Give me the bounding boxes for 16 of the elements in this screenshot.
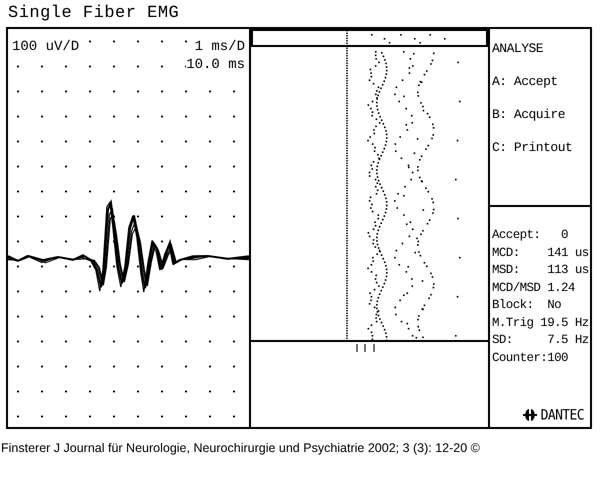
result-line: MCD: 141 us	[492, 244, 589, 262]
citation-text: Finsterer J Journal für Neurologie, Neurochirurgie und Psychiatrie 2002; 3 (3): 12-20 ©	[0, 440, 480, 455]
result-line: SD: 7.5 Hz	[492, 332, 589, 349]
result-line: Counter:100	[492, 350, 568, 366]
screen-title: Single Fiber EMG	[7, 3, 180, 25]
result-line: Accept: 0	[492, 227, 568, 244]
brand-name: DANTEC	[540, 406, 584, 425]
logo-icon	[522, 409, 537, 422]
menu-option[interactable]: C: Printout	[492, 140, 590, 155]
menu-option[interactable]: B: Acquire	[492, 107, 590, 122]
result-line: MSD: 113 us	[492, 262, 589, 279]
result-line: M.Trig 19.5 Hz	[492, 314, 589, 332]
result-line: Block: No	[492, 297, 562, 314]
menu-heading: ANALYSE	[492, 41, 544, 56]
result-line: MCD/MSD 1.24	[492, 280, 575, 296]
menu-option[interactable]: A: Accept	[492, 74, 590, 89]
